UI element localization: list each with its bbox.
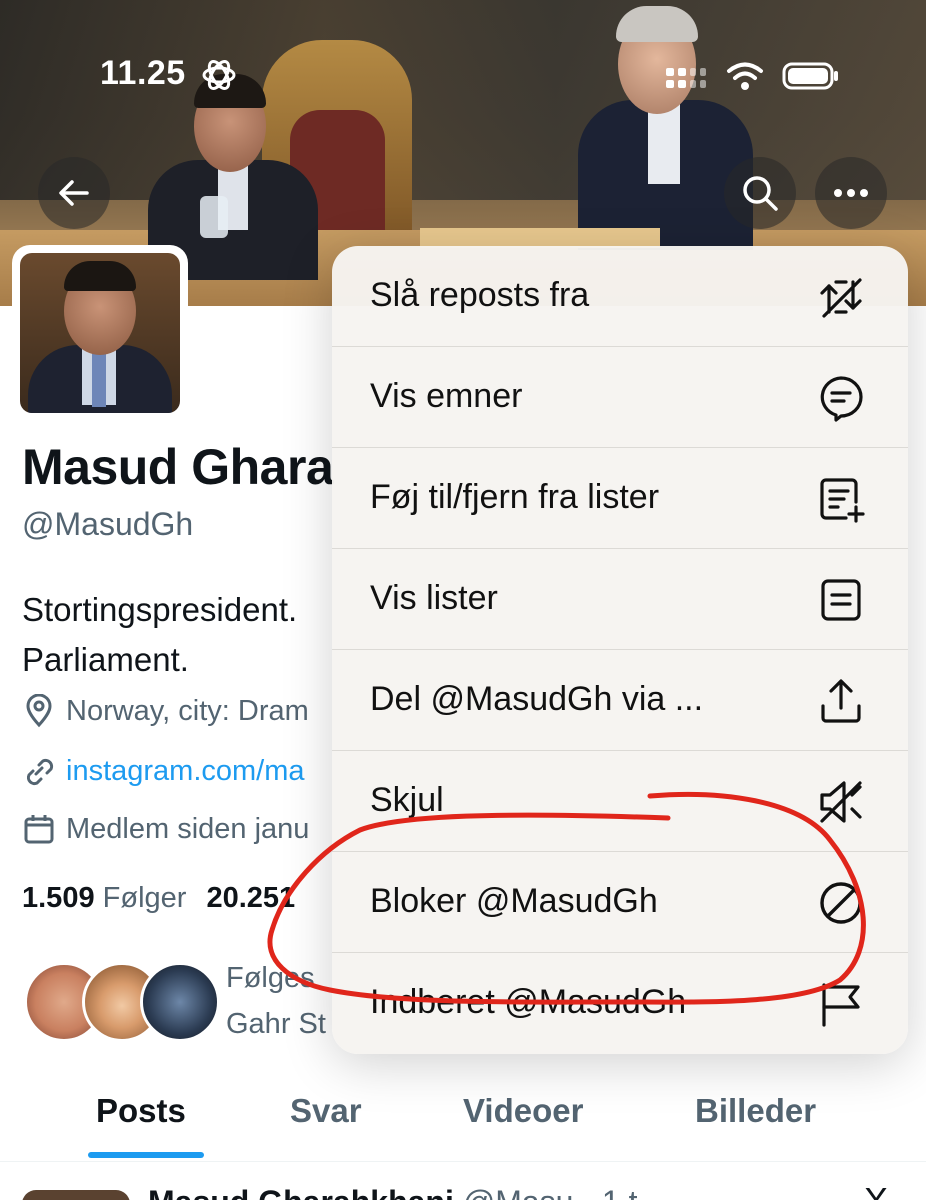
- followed-by-line: Følges: [226, 962, 315, 994]
- ai-assistant-icon: [202, 60, 236, 90]
- tab-videos[interactable]: Videoer: [463, 1092, 583, 1130]
- x-logo-icon: X: [864, 1180, 888, 1200]
- block-icon: [816, 878, 866, 928]
- profile-bio: Stortingspresident. Parliament.: [22, 585, 297, 685]
- lists-icon: [816, 575, 866, 625]
- calendar-icon: [24, 815, 54, 844]
- profile-avatar[interactable]: [12, 245, 188, 421]
- followed-by-avatars[interactable]: [24, 962, 220, 1044]
- post-header: Masud Gharahkhani @Masu · 1 t: [148, 1184, 637, 1200]
- repost-off-icon: [816, 272, 866, 322]
- share-icon: [816, 676, 866, 726]
- flag-icon: [816, 979, 866, 1029]
- menu-item-mute[interactable]: Skjul: [332, 751, 908, 852]
- back-button[interactable]: [38, 157, 110, 229]
- menu-item-report[interactable]: Indberet @MasudGh: [332, 953, 908, 1054]
- follower-avatar: [140, 962, 220, 1042]
- cellular-signal-icon: [666, 68, 706, 88]
- battery-icon: [782, 62, 838, 90]
- post-avatar: [22, 1190, 130, 1200]
- mute-icon: [816, 777, 866, 827]
- profile-tabs: Posts Svar Videoer Billeder: [0, 1086, 926, 1162]
- menu-item-label: Vis emner: [370, 377, 523, 415]
- menu-item-turn-off-reposts[interactable]: Slå reposts fra: [332, 246, 908, 347]
- bio-line: Stortingspresident.: [22, 591, 298, 628]
- profile-options-menu: Slå reposts fra Vis emner Føj til/fjern …: [332, 246, 908, 1054]
- menu-item-view-lists[interactable]: Vis lister: [332, 549, 908, 650]
- tab-replies[interactable]: Svar: [290, 1092, 362, 1130]
- wifi-icon: [727, 62, 763, 90]
- location-text: Norway, city: Dram: [66, 694, 309, 727]
- menu-item-label: Indberet @MasudGh: [370, 983, 687, 1021]
- location-pin-icon: [26, 694, 52, 728]
- menu-item-label: Bloker @MasudGh: [370, 882, 658, 920]
- bio-line: Parliament.: [22, 641, 189, 678]
- active-tab-indicator: [88, 1152, 204, 1158]
- menu-item-label: Slå reposts fra: [370, 276, 590, 314]
- profile-website[interactable]: instagram.com/ma: [22, 754, 305, 788]
- topics-icon: [816, 373, 866, 423]
- menu-item-block[interactable]: Bloker @MasudGh: [332, 852, 908, 953]
- following-count: 1.509: [22, 882, 95, 914]
- link-icon: [26, 758, 54, 786]
- following-label: Følger: [102, 882, 187, 914]
- arrow-left-icon: [59, 180, 89, 206]
- more-options-button[interactable]: [815, 157, 887, 229]
- post-handle: @Masu: [463, 1184, 574, 1200]
- joined-text: Medlem siden janu: [66, 812, 310, 845]
- status-time: 11.25: [100, 54, 186, 92]
- menu-item-label: Vis lister: [370, 579, 498, 617]
- list-add-icon: [816, 474, 866, 524]
- profile-stats: 1.509 Følger 20.251: [22, 882, 295, 915]
- post-author: Masud Gharahkhani: [148, 1184, 454, 1200]
- website-link[interactable]: instagram.com/ma: [66, 755, 305, 788]
- tab-images[interactable]: Billeder: [695, 1092, 816, 1130]
- followers-count: 20.251: [206, 882, 296, 914]
- search-button[interactable]: [724, 157, 796, 229]
- profile-location: Norway, city: Dram: [22, 694, 309, 728]
- menu-item-label: Del @MasudGh via ...: [370, 680, 704, 718]
- search-icon: [743, 176, 778, 211]
- menu-item-view-topics[interactable]: Vis emner: [332, 347, 908, 448]
- tab-posts[interactable]: Posts: [96, 1092, 186, 1130]
- followers-link[interactable]: 20.251: [206, 882, 295, 914]
- following-link[interactable]: 1.509 Følger: [22, 882, 186, 914]
- post-time: · 1 t: [582, 1184, 637, 1200]
- post-preview[interactable]: Masud Gharahkhani @Masu · 1 t X: [0, 1164, 926, 1200]
- profile-joined: Medlem siden janu: [22, 812, 309, 846]
- profile-handle: @MasudGh: [22, 506, 194, 542]
- followed-by-line: Gahr St: [226, 1008, 326, 1040]
- menu-item-label: Føj til/fjern fra lister: [370, 478, 660, 516]
- menu-item-share[interactable]: Del @MasudGh via ...: [332, 650, 908, 751]
- menu-item-add-remove-lists[interactable]: Føj til/fjern fra lister: [332, 448, 908, 549]
- ellipsis-icon: [834, 189, 868, 197]
- menu-item-label: Skjul: [370, 781, 444, 819]
- followed-by-text[interactable]: Følges Gahr St: [226, 955, 326, 1047]
- profile-name: Masud Ghara: [22, 439, 334, 495]
